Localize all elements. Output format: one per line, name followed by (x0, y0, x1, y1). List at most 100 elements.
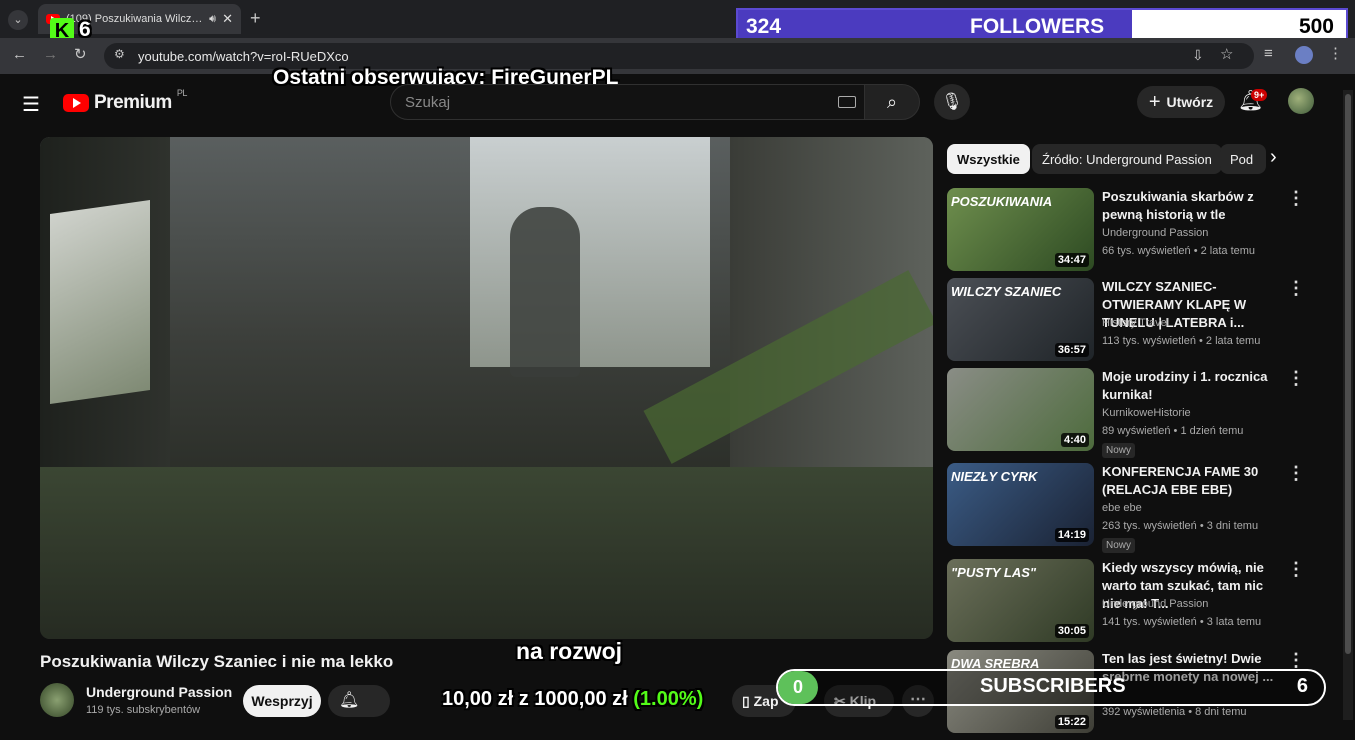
followers-goal: 500 (1298, 15, 1334, 38)
video-thumbnail[interactable]: POSZUKIWANIA 34:47 (947, 188, 1094, 271)
recommended-video[interactable]: 4:40 Moje urodziny i 1. rocznica kurnika!… (947, 368, 1339, 458)
more-options-icon[interactable]: ⋮ (1287, 368, 1305, 389)
recommended-channel[interactable]: History Travel (1102, 317, 1169, 329)
video-duration: 15:22 (1054, 715, 1089, 729)
recommended-title[interactable]: Poszukiwania skarbów z pewną historią w … (1102, 188, 1282, 224)
subscribers-goal: 6 (1296, 675, 1308, 697)
recommended-title[interactable]: Moje urodziny i 1. rocznica kurnika! (1102, 368, 1282, 404)
new-badge: Nowy (1102, 443, 1136, 458)
recommended-video[interactable]: WILCZY SZANIEC 36:57 WILCZY SZANIEC-OTWIER… (947, 278, 1339, 368)
more-options-icon[interactable]: ⋮ (1287, 188, 1305, 209)
search-input[interactable]: Szukaj (390, 84, 865, 120)
account-avatar[interactable] (1288, 88, 1314, 114)
stream-caption: na rozwoj (516, 638, 623, 664)
video-thumbnail[interactable]: NIEZŁY CYRK 14:19 (947, 463, 1094, 546)
browser-menu-icon[interactable]: ⋮ (1328, 46, 1343, 61)
video-duration: 36:57 (1054, 343, 1089, 357)
chips-next-icon[interactable]: › (1270, 146, 1277, 169)
back-icon[interactable]: ← (12, 47, 27, 62)
followers-label: FOLLOWERS (970, 15, 1105, 38)
recommended-meta: 141 tys. wyświetleń • 3 lata temu (1102, 616, 1262, 628)
region-code: PL (176, 88, 188, 98)
video-duration: 30:05 (1054, 624, 1089, 638)
scrollbar-thumb[interactable] (1345, 94, 1351, 654)
channel-avatar[interactable] (40, 683, 74, 717)
video-title: Poszukiwania Wilczy Szaniec i nie ma lek… (40, 652, 394, 671)
bookmark-star-icon[interactable]: ☆ (1220, 47, 1233, 62)
search-button[interactable]: ⌕ (864, 84, 920, 120)
recommended-meta: 263 tys. wyświetleń • 3 dni temu (1102, 520, 1259, 532)
bell-icon: 🔔︎ (339, 692, 360, 709)
new-tab-icon[interactable]: + (250, 9, 261, 27)
support-button[interactable]: Wesprzyj (243, 685, 321, 717)
brand-text: Premium (94, 92, 172, 113)
chip-more[interactable]: Pod (1220, 144, 1266, 174)
speaker-icon: 🔊︎ (209, 12, 217, 25)
create-button[interactable]: + Utwórz (1137, 86, 1225, 118)
recommended-meta: 392 wyświetlenia • 8 dni temu (1102, 706, 1247, 718)
video-frame-opening (50, 199, 150, 405)
chip-all[interactable]: Wszystkie (947, 144, 1030, 174)
chip-source[interactable]: Źródło: Underground Passion (1032, 144, 1222, 174)
donation-percent: (1.00%) (633, 688, 704, 710)
create-label: Utwórz (1166, 94, 1214, 110)
notification-bell-button[interactable]: 🔔︎ (328, 685, 390, 717)
followers-current: 324 (746, 15, 782, 38)
keyboard-icon[interactable] (838, 96, 856, 108)
url-text: youtube.com/watch?v=roI-RUeDXco (138, 48, 349, 64)
donation-goal: 10,00 zł z 1000,00 zł (1.00%) (442, 688, 703, 711)
recommended-channel[interactable]: Underground Passion (1102, 227, 1208, 239)
voice-search-button[interactable]: 🎙︎ (934, 84, 970, 120)
search-icon: ⌕ (886, 91, 898, 112)
media-control-icon[interactable]: ≡ (1264, 46, 1273, 61)
site-info-icon[interactable]: ⚙︎ (114, 48, 125, 60)
thumbnail-text: "PUSTY LAS" (951, 565, 1037, 580)
tab-close-icon[interactable]: ✕ (222, 11, 233, 27)
thumbnail-text: WILCZY SZANIEC (951, 284, 1062, 299)
video-duration: 34:47 (1054, 253, 1089, 267)
video-frame-rubble (40, 467, 933, 639)
recommended-meta: 89 wyświetleń • 1 dzień temu (1102, 425, 1244, 437)
subscribers-goal-bar: 0 SUBSCRIBERS 6 (776, 669, 1326, 706)
youtube-logo-icon (63, 94, 89, 112)
recommended-video[interactable]: NIEZŁY CYRK 14:19 KONFERENCJA FAME 30 (REL… (947, 463, 1339, 553)
save-label: Zap (753, 693, 779, 709)
channel-subscribers: 119 tys. subskrybentów (86, 704, 201, 716)
tab-search-icon[interactable]: ⌄ (8, 10, 28, 30)
page-scrollbar[interactable] (1343, 90, 1353, 720)
recommended-channel[interactable]: Underground Passion (1102, 598, 1208, 610)
profile-avatar[interactable] (1295, 46, 1313, 64)
thumbnail-text: NIEZŁY CYRK (951, 469, 1038, 484)
thumbnail-text: POSZUKIWANIA (951, 194, 1053, 209)
recommended-channel[interactable]: ebe ebe (1102, 502, 1142, 514)
notification-badge: 9+ (1251, 89, 1268, 101)
more-options-icon[interactable]: ⋮ (1287, 278, 1305, 299)
new-badge: Nowy (1102, 538, 1136, 553)
channel-name[interactable]: Underground Passion (86, 684, 232, 700)
recommended-title[interactable]: KONFERENCJA FAME 30 (RELACJA EBE EBE) (1102, 463, 1282, 499)
recommended-video[interactable]: "PUSTY LAS" 30:05 Kiedy wszyscy mówią, nie… (947, 559, 1339, 649)
youtube-premium-logo[interactable]: Premium PL (63, 88, 187, 114)
video-player[interactable] (40, 137, 933, 639)
guide-menu-icon[interactable]: ☰ (22, 92, 40, 117)
video-duration: 4:40 (1060, 433, 1089, 447)
save-icon: ▯ (742, 693, 750, 709)
subscribers-progress: 0 (778, 671, 818, 704)
more-options-icon[interactable]: ⋮ (1287, 463, 1305, 484)
recommended-video[interactable]: POSZUKIWANIA 34:47 Poszukiwania skarbów z … (947, 188, 1339, 278)
forward-icon[interactable]: → (43, 47, 58, 62)
video-thumbnail[interactable]: WILCZY SZANIEC 36:57 (947, 278, 1094, 361)
video-thumbnail[interactable]: "PUSTY LAS" 30:05 (947, 559, 1094, 642)
recommended-meta: 66 tys. wyświetleń • 2 lata temu (1102, 245, 1256, 257)
install-app-icon[interactable]: ⇩ (1192, 48, 1204, 62)
video-frame-light (470, 137, 710, 367)
recommended-channel[interactable]: KurnikoweHistorie (1102, 407, 1191, 419)
video-frame-person-silhouette (510, 207, 580, 377)
microphone-icon: 🎙︎ (941, 92, 963, 111)
more-options-icon[interactable]: ⋮ (1287, 650, 1305, 671)
plus-icon: + (1148, 90, 1161, 113)
recommended-meta: 113 tys. wyświetleń • 2 lata temu (1102, 335, 1261, 347)
more-options-icon[interactable]: ⋮ (1287, 559, 1305, 580)
video-thumbnail[interactable]: 4:40 (947, 368, 1094, 451)
reload-icon[interactable]: ↻ (74, 47, 87, 62)
